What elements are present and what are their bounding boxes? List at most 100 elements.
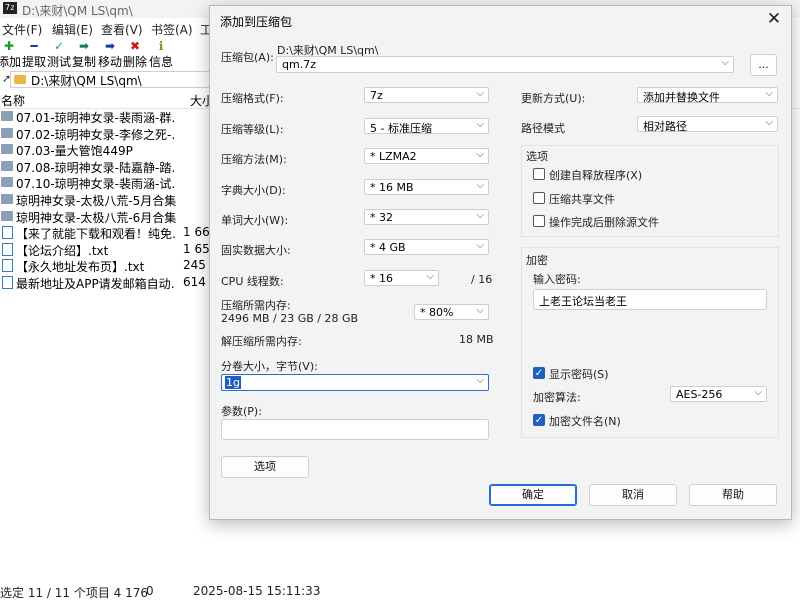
- move-label: 移动: [97, 55, 122, 69]
- encrypt-names-checkbox[interactable]: ✓: [533, 414, 545, 426]
- folder-icon: [1, 194, 13, 204]
- file-list-row[interactable]: 07.03-量大管饱449P: [0, 141, 210, 159]
- file-name: 【论坛介绍】.txt: [16, 243, 109, 258]
- folder-icon: [1, 144, 13, 155]
- folder-icon: [1, 177, 13, 188]
- file-list-row[interactable]: 琼明神女录-太极八荒-5月合集: [0, 191, 210, 208]
- ok-button[interactable]: 确定: [489, 484, 577, 506]
- status-modified: 2025-08-15 15:11:33: [193, 584, 321, 598]
- chevron-down-icon: ⌵: [476, 375, 484, 386]
- shared-files-label: 压缩共享文件: [549, 193, 615, 206]
- cancel-button[interactable]: 取消: [589, 484, 677, 506]
- chevron-down-icon: ⌵: [476, 305, 484, 316]
- browse-button[interactable]: ...: [750, 54, 777, 76]
- word-size-select[interactable]: * 32 ⌵: [364, 209, 489, 225]
- sfx-label: 创建自释放程序(X): [549, 169, 643, 182]
- archive-name-combo[interactable]: qm.7z ⌵: [276, 56, 734, 73]
- column-header-name[interactable]: 名称: [1, 92, 25, 109]
- parameters-input[interactable]: [221, 419, 489, 440]
- memory-percent-select[interactable]: * 80% ⌵: [414, 304, 489, 320]
- shared-files-checkbox[interactable]: [533, 192, 545, 204]
- file-list-row[interactable]: 【来了就能下载和观看！纯免… 1 664: [0, 224, 217, 242]
- file-list-row[interactable]: 【永久地址发布页】.txt 245: [0, 257, 210, 274]
- chevron-down-icon: ⌵: [476, 210, 484, 221]
- file-list-row[interactable]: 琼明神女录-太极八荒-6月合集: [0, 208, 210, 225]
- encryption-method-select[interactable]: AES-256 ⌵: [670, 386, 767, 402]
- folder-icon: [1, 210, 13, 221]
- password-label: 输入密码:: [533, 273, 581, 286]
- file-list-row[interactable]: 最新地址及APP请发邮箱自动… 614: [0, 274, 210, 291]
- chevron-down-icon: ⌵: [476, 119, 484, 130]
- file-name: 【来了就能下载和观看！纯免…: [16, 227, 176, 242]
- format-value: 7z: [370, 89, 383, 102]
- address-text: D:\来财\QM LS\qm\: [31, 74, 142, 88]
- chevron-down-icon: ⌵: [754, 387, 762, 398]
- add-label: 添加: [0, 55, 21, 69]
- memory-usage-label: 压缩所需内存:: [221, 299, 291, 312]
- check-icon: ✓: [53, 39, 65, 53]
- delete-button[interactable]: ✖ 删除: [122, 40, 148, 70]
- file-name: 07.02-琼明神女录-李修之死-…: [16, 127, 176, 142]
- file-size: 245: [183, 258, 206, 273]
- test-button[interactable]: ✓ 测试: [46, 40, 72, 70]
- menu-view[interactable]: 查看(V): [101, 21, 143, 38]
- cpu-threads-value: * 16: [370, 272, 393, 285]
- file-list-row[interactable]: 07.01-琼明神女录-裴雨涵-群…: [0, 108, 210, 125]
- password-input[interactable]: 上老王论坛当老王: [533, 289, 767, 310]
- word-size-label: 单词大小(W):: [221, 214, 289, 227]
- dict-size-select[interactable]: * 16 MB ⌵: [364, 179, 489, 195]
- add-button[interactable]: ✚ 添加: [0, 40, 22, 70]
- info-label: 信息: [148, 55, 173, 69]
- address-input[interactable]: D:\来财\QM LS\qm\: [10, 71, 227, 88]
- app-7zip-icon: 7z: [3, 2, 17, 14]
- dict-size-value: * 16 MB: [370, 181, 414, 194]
- solid-block-select[interactable]: * 4 GB ⌵: [364, 239, 489, 255]
- options-group-title: 选项: [526, 150, 548, 163]
- update-mode-value: 添加并替换文件: [643, 91, 720, 104]
- show-password-checkbox[interactable]: ✓: [533, 367, 545, 379]
- menu-bookmarks[interactable]: 书签(A): [151, 21, 193, 38]
- menu-file[interactable]: 文件(F): [2, 21, 42, 38]
- extract-button[interactable]: ━ 提取: [21, 40, 47, 70]
- folder-icon: [14, 75, 26, 84]
- delete-label: 删除: [122, 55, 147, 69]
- update-mode-select[interactable]: 添加并替换文件 ⌵: [637, 87, 778, 104]
- chevron-down-icon: ⌵: [426, 271, 434, 282]
- add-to-archive-dialog: 添加到压缩包 ✕ 压缩包(A): D:\来财\QM LS\qm\ qm.7z ⌵…: [209, 5, 792, 520]
- delete-after-checkbox[interactable]: [533, 215, 545, 227]
- file-list-row[interactable]: 07.08-琼明神女录-陆嘉静-踏…: [0, 158, 210, 175]
- solid-block-label: 固实数据大小:: [221, 244, 291, 257]
- copy-label: 复制: [71, 55, 96, 69]
- options-button[interactable]: 选项: [221, 456, 309, 478]
- method-select[interactable]: * LZMA2 ⌵: [364, 148, 489, 164]
- password-value: 上老王论坛当老王: [539, 295, 627, 308]
- level-label: 压缩等级(L):: [221, 123, 284, 136]
- format-select[interactable]: 7z ⌵: [364, 87, 489, 103]
- file-list-row[interactable]: 07.02-琼明神女录-李修之死-…: [0, 125, 210, 142]
- file-name: 07.01-琼明神女录-裴雨涵-群…: [16, 111, 176, 125]
- file-name: 07.03-量大管饱449P: [16, 144, 133, 159]
- close-icon[interactable]: ✕: [763, 9, 785, 29]
- copy-button[interactable]: ➡ 复制: [71, 40, 97, 70]
- sfx-checkbox[interactable]: [533, 168, 545, 180]
- chevron-down-icon: ⌵: [476, 180, 484, 191]
- decompress-memory-label: 解压缩所需内存:: [221, 335, 302, 348]
- move-button[interactable]: ➡ 移动: [97, 40, 123, 70]
- level-select[interactable]: 5 - 标准压缩 ⌵: [364, 118, 489, 135]
- file-list-row[interactable]: 【论坛介绍】.txt 1 653: [0, 241, 217, 258]
- path-mode-select[interactable]: 相对路径 ⌵: [637, 116, 778, 133]
- volume-size-combo[interactable]: 1g ⌵: [221, 374, 489, 391]
- dialog-title: 添加到压缩包: [220, 15, 293, 29]
- file-list-row[interactable]: 07.10-琼明神女录-裴雨涵-试…: [0, 174, 210, 192]
- encryption-group-title: 加密: [526, 254, 548, 267]
- extract-label: 提取: [21, 55, 46, 69]
- file-name: 琼明神女录-太极八荒-6月合集: [16, 210, 176, 225]
- help-button[interactable]: 帮助: [689, 484, 777, 506]
- info-button[interactable]: ℹ 信息: [148, 40, 174, 70]
- file-name: 07.10-琼明神女录-裴雨涵-试…: [16, 177, 176, 192]
- menu-edit[interactable]: 编辑(E): [52, 21, 93, 38]
- plus-icon: ✚: [3, 39, 15, 53]
- memory-percent-value: * 80%: [420, 306, 454, 319]
- status-count: 0: [146, 584, 154, 598]
- cpu-threads-select[interactable]: * 16 ⌵: [364, 270, 439, 286]
